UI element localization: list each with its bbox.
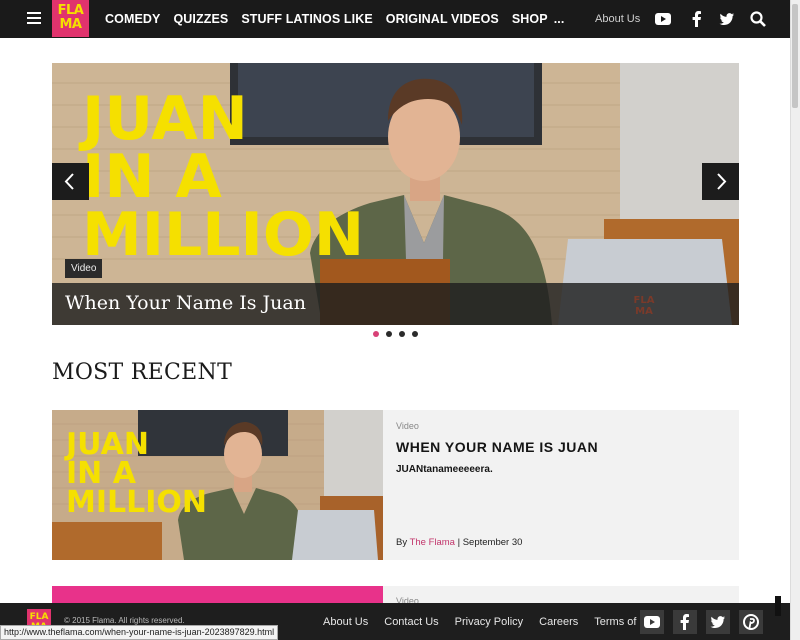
twitter-icon[interactable] <box>718 10 738 28</box>
watermark-line-1: FLA <box>634 295 655 306</box>
youtube-icon[interactable] <box>640 610 664 634</box>
top-navigation-bar: FLA MA COMEDY QUIZZES STUFF LATINOS LIKE… <box>0 0 790 38</box>
flama-logo[interactable]: FLA MA <box>52 0 89 37</box>
scrollbar-thumb[interactable] <box>792 4 798 108</box>
page: { "header": { "logo": {"line1": "FLA", "… <box>0 0 800 640</box>
article-category[interactable]: Video <box>396 421 419 431</box>
chevron-left-icon <box>64 173 74 190</box>
footer-link-about-us[interactable]: About Us <box>323 616 368 628</box>
video-badge: Video <box>65 259 103 278</box>
nav-comedy[interactable]: COMEDY <box>105 12 160 26</box>
watermark-line-2: MA <box>635 306 653 317</box>
hero-watermark-logo: FLA MA <box>634 295 655 317</box>
about-us-link[interactable]: About Us <box>595 13 640 25</box>
article-date: September 30 <box>462 537 523 548</box>
twitter-icon[interactable] <box>706 610 730 634</box>
browser-status-bar-url: http://www.theflama.com/when-your-name-i… <box>0 625 279 640</box>
article-description: JUANtanameeeeera. <box>396 464 493 475</box>
copyright-text: © 2015 Flama. All rights reserved. <box>64 616 185 625</box>
footer-links: About Us Contact Us Privacy Policy Caree… <box>323 603 675 640</box>
chevron-right-icon <box>717 173 727 190</box>
carousel-dot-4[interactable] <box>412 331 418 337</box>
page-scroll-indicator <box>775 596 781 616</box>
carousel-prev-button[interactable] <box>52 163 89 200</box>
carousel-dot-1[interactable] <box>373 331 379 337</box>
article-title[interactable]: WHEN YOUR NAME IS JUAN <box>396 439 598 455</box>
footer-link-privacy-policy[interactable]: Privacy Policy <box>455 616 523 628</box>
section-heading-most-recent: MOST RECENT <box>52 360 233 385</box>
menu-icon[interactable] <box>27 12 41 25</box>
nav-shop[interactable]: SHOP <box>512 12 548 26</box>
main-nav: COMEDY QUIZZES STUFF LATINOS LIKE ORIGIN… <box>105 0 577 38</box>
youtube-icon[interactable] <box>654 10 674 28</box>
footer-link-contact-us[interactable]: Contact Us <box>384 616 438 628</box>
byline-separator: | <box>457 537 461 548</box>
article-card[interactable]: JUAN IN A MILLION Video WHEN YOUR NAME I… <box>52 410 739 560</box>
nav-more[interactable]: ... <box>554 12 565 26</box>
thumb-art-line-3: MILLION <box>66 485 207 520</box>
carousel-next-button[interactable] <box>702 163 739 200</box>
carousel-dot-3[interactable] <box>399 331 405 337</box>
logo-line-2: MA <box>59 17 83 32</box>
hero-caption: When Your Name Is Juan FLA MA <box>52 283 739 325</box>
article-thumbnail[interactable]: JUAN IN A MILLION <box>52 410 383 560</box>
carousel-dot-2[interactable] <box>386 331 392 337</box>
author-link[interactable]: The Flama <box>410 537 455 548</box>
facebook-icon[interactable] <box>673 610 697 634</box>
nav-original-videos[interactable]: ORIGINAL VIDEOS <box>386 12 499 26</box>
nav-stuff-latinos-like[interactable]: STUFF LATINOS LIKE <box>241 12 372 26</box>
footer-link-careers[interactable]: Careers <box>539 616 578 628</box>
pinterest-icon[interactable] <box>739 610 763 634</box>
carousel-pagination <box>373 331 425 337</box>
logo-line-1: FLA <box>57 3 84 18</box>
hero-art-line-3: MILLION <box>82 200 364 270</box>
nav-quizzes[interactable]: QUIZZES <box>173 12 228 26</box>
byline-by: By <box>396 537 408 548</box>
facebook-icon[interactable] <box>688 10 708 28</box>
search-icon[interactable] <box>749 10 769 28</box>
article-byline: By The Flama | September 30 <box>396 537 522 548</box>
footer-logo-line-1: FLA <box>29 612 49 622</box>
hero-carousel-slide[interactable]: JUAN IN A MILLION Video When Your Name I… <box>52 63 739 325</box>
hero-title[interactable]: When Your Name Is Juan <box>65 292 306 314</box>
